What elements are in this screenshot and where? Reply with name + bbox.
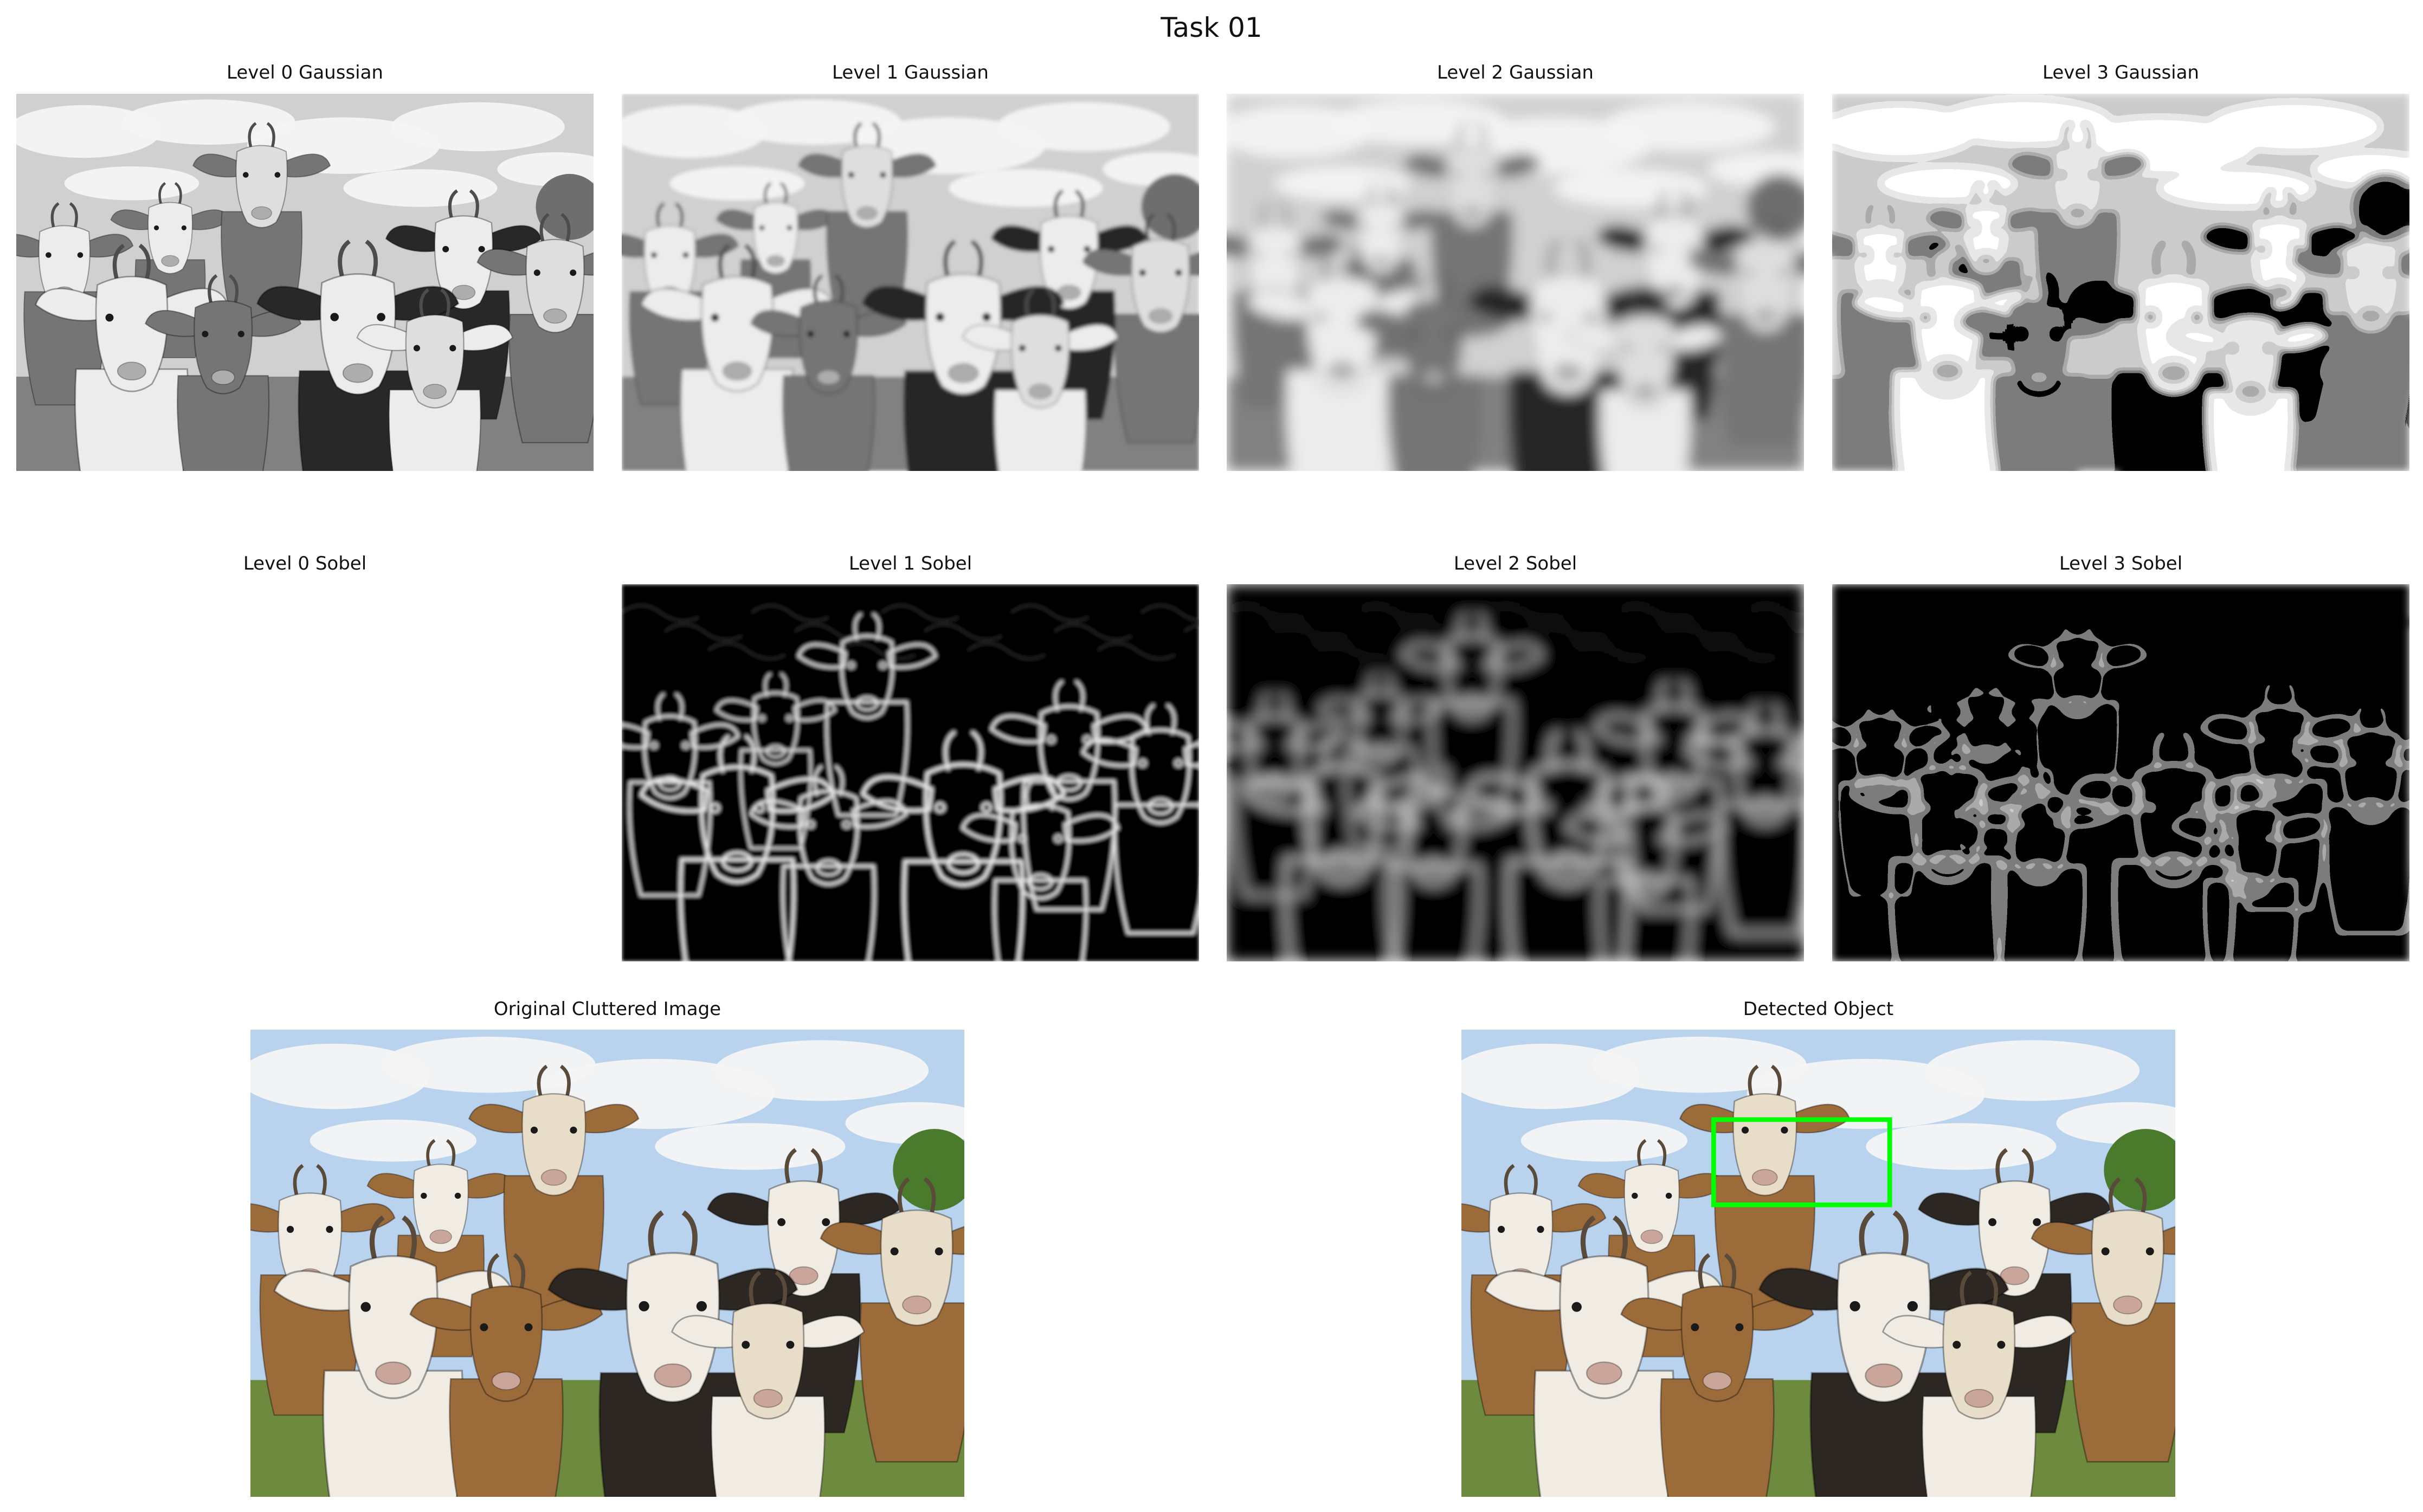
s1-scene [622,584,1199,961]
detected-object-image [1461,1030,2175,1497]
panel-title-level-3-sobel: Level 3 Sobel [2059,553,2183,574]
det-scene [1461,1030,2175,1497]
figure-title: Task 01 [1161,12,1262,43]
level-1-sobel-image [622,584,1199,961]
level-3-sobel-image [1832,584,2409,961]
panel-title-level-0-sobel: Level 0 Sobel [243,553,367,574]
original-cluttered-image [250,1030,964,1497]
level-2-gaussian-image [1227,94,1804,471]
panel-title-level-2-sobel: Level 2 Sobel [1453,553,1577,574]
s3-scene [1832,584,2409,961]
level-2-sobel-image [1227,584,1804,961]
level-1-gaussian-image [622,94,1199,471]
panel-title-level-1-sobel: Level 1 Sobel [848,553,972,574]
g1-scene [622,94,1199,471]
g0-scene [16,94,594,471]
g3-scene [1832,94,2409,471]
s0-scene [16,584,594,961]
panel-title-level-0-gaussian: Level 0 Gaussian [227,62,383,83]
level-0-gaussian-image [16,94,594,471]
panel-title-level-1-gaussian: Level 1 Gaussian [832,62,989,83]
panel-title-detected-object: Detected Object [1743,998,1894,1020]
level-0-sobel-image [16,584,594,961]
panel-title-level-2-gaussian: Level 2 Gaussian [1437,62,1594,83]
g2-scene [1227,94,1804,471]
level-3-gaussian-image [1832,94,2409,471]
s2-scene [1227,584,1804,961]
panel-title-original-image: Original Cluttered Image [493,998,721,1020]
panel-title-level-3-gaussian: Level 3 Gaussian [2042,62,2199,83]
orig-scene [250,1030,964,1497]
